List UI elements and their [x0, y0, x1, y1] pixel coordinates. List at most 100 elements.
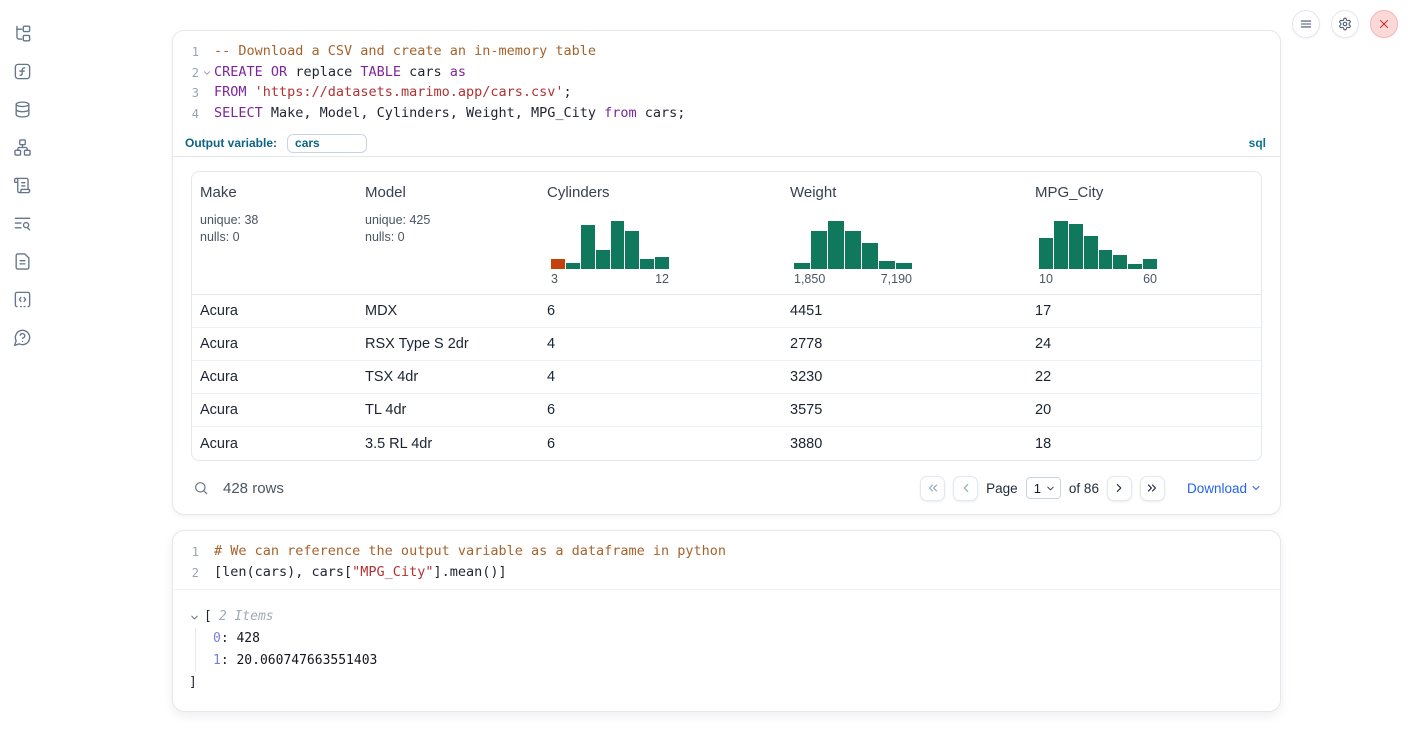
settings-button[interactable] — [1331, 10, 1359, 38]
help-icon[interactable] — [11, 326, 33, 348]
column-header-mpg-city[interactable]: MPG_City 1060 — [1027, 172, 1261, 294]
sql-code-editor[interactable]: 1-- Download a CSV and create an in-memo… — [173, 31, 1280, 130]
collapse-chevron-icon[interactable] — [189, 611, 201, 623]
shutdown-button[interactable] — [1370, 10, 1398, 38]
hist-axis-label: 7,190 — [881, 272, 912, 286]
table-cell: TSX 4dr — [357, 369, 539, 385]
weight-histogram-bar — [828, 221, 844, 269]
token-str: 'https://datasets.marimo.app/cars.csv' — [255, 84, 564, 100]
data-table: Make unique: 38 nulls: 0 Model unique: 4… — [191, 171, 1262, 461]
mpg-city-histogram-bar — [1113, 255, 1127, 269]
table-body: AcuraMDX6445117AcuraRSX Type S 2dr427782… — [192, 295, 1261, 460]
python-code-editor[interactable]: 1# We can reference the output variable … — [173, 531, 1280, 589]
cylinders-histogram-bar — [611, 221, 625, 269]
close-icon — [1377, 17, 1391, 31]
variables-icon[interactable] — [11, 60, 33, 82]
code-line[interactable]: 2 CREATE OR replace TABLE cars as — [173, 63, 1280, 84]
fold-spacer — [199, 563, 214, 584]
token-plain: replace — [287, 64, 360, 80]
sql-cell: 1-- Download a CSV and create an in-memo… — [172, 30, 1281, 515]
documentation-icon[interactable] — [11, 250, 33, 272]
logs-icon[interactable] — [11, 212, 33, 234]
cylinders-histogram: 312 — [551, 221, 669, 286]
left-sidebar — [0, 0, 44, 729]
download-button[interactable]: Download — [1187, 481, 1262, 496]
dependency-graph-icon[interactable] — [11, 136, 33, 158]
last-page-button[interactable] — [1140, 476, 1165, 501]
token-plain — [247, 84, 255, 100]
snippets-icon[interactable] — [11, 288, 33, 310]
search-icon — [193, 480, 209, 496]
column-header-model[interactable]: Model unique: 425 nulls: 0 — [357, 172, 539, 294]
code-line[interactable]: 3 FROM 'https://datasets.marimo.app/cars.… — [173, 83, 1280, 104]
menu-button[interactable] — [1292, 10, 1320, 38]
table-cell: 4 — [539, 369, 782, 385]
table-cell: 4 — [539, 336, 782, 352]
chevron-down-icon — [1045, 483, 1056, 494]
first-page-button[interactable] — [920, 476, 945, 501]
column-header-weight[interactable]: Weight 1,8507,190 — [782, 172, 1027, 294]
fold-spacer — [199, 83, 214, 104]
line-number: 4 — [173, 104, 199, 125]
table-row: Acura3.5 RL 4dr6388018 — [192, 427, 1261, 460]
token-plain — [263, 64, 271, 80]
item-value: 20.060747663551403 — [236, 653, 377, 668]
column-title: MPG_City — [1035, 184, 1253, 201]
token-kw: from — [604, 105, 637, 121]
file-explorer-icon[interactable] — [11, 22, 33, 44]
chevrons-right-icon — [1145, 481, 1159, 495]
token-kw: OR — [271, 64, 287, 80]
token-plain: ; — [564, 84, 572, 100]
column-title: Model — [365, 184, 531, 201]
table-cell: TL 4dr — [357, 402, 539, 418]
code-text: FROM 'https://datasets.marimo.app/cars.c… — [214, 83, 1280, 104]
scratchpad-icon[interactable] — [11, 174, 33, 196]
items-count-label: 2 Items — [219, 606, 274, 628]
cylinders-histogram-bar — [625, 231, 639, 270]
code-line[interactable]: 1# We can reference the output variable … — [173, 542, 1280, 563]
top-right-controls — [1292, 10, 1398, 38]
line-number: 2 — [173, 563, 199, 584]
table-output: Make unique: 38 nulls: 0 Model unique: 4… — [173, 157, 1280, 461]
fold-chevron-icon[interactable] — [199, 63, 214, 84]
item-index: 1 — [213, 653, 221, 668]
datasources-icon[interactable] — [11, 98, 33, 120]
cylinders-histogram-bar — [640, 259, 654, 270]
cylinders-histogram-bar — [566, 263, 580, 270]
token-plain: cars — [401, 64, 450, 80]
line-number: 2 — [173, 63, 199, 84]
column-header-make[interactable]: Make unique: 38 nulls: 0 — [192, 172, 357, 294]
column-stats: unique: 38 nulls: 0 — [200, 212, 349, 246]
chevron-down-icon — [1250, 482, 1262, 494]
weight-histogram-bar — [862, 243, 878, 270]
gear-icon — [1338, 17, 1352, 31]
table-cell: 18 — [1027, 436, 1261, 452]
weight-histogram-bar — [811, 231, 827, 270]
mpg-city-histogram-bar — [1084, 236, 1098, 269]
chevron-left-icon — [959, 481, 973, 495]
table-cell: MDX — [357, 303, 539, 319]
mpg-city-histogram-bar — [1128, 264, 1142, 270]
previous-page-button[interactable] — [953, 476, 978, 501]
stat-nulls: nulls: 0 — [200, 229, 349, 246]
token-kw: CREATE — [214, 64, 263, 80]
code-line[interactable]: 2[len(cars), cars["MPG_City"].mean()] — [173, 563, 1280, 584]
table-cell: Acura — [192, 369, 357, 385]
cell-language-badge: sql — [1249, 136, 1266, 150]
page-total-label: of 86 — [1069, 481, 1099, 496]
line-number: 1 — [173, 542, 199, 563]
code-line[interactable]: 1-- Download a CSV and create an in-memo… — [173, 42, 1280, 63]
line-number: 3 — [173, 83, 199, 104]
column-title: Weight — [790, 184, 1019, 201]
table-cell: 3.5 RL 4dr — [357, 436, 539, 452]
next-page-button[interactable] — [1107, 476, 1132, 501]
python-cell: 1# We can reference the output variable … — [172, 530, 1281, 712]
column-header-cylinders[interactable]: Cylinders 312 — [539, 172, 782, 294]
search-button[interactable] — [191, 478, 211, 498]
code-text: CREATE OR replace TABLE cars as — [214, 63, 1280, 84]
output-variable-input[interactable] — [287, 134, 367, 153]
page-select[interactable]: 1 — [1026, 477, 1061, 499]
code-line[interactable]: 4SELECT Make, Model, Cylinders, Weight, … — [173, 104, 1280, 125]
item-separator: : — [221, 631, 237, 646]
table-footer: 428 rows Page 1 of 86 Download — [173, 461, 1280, 515]
